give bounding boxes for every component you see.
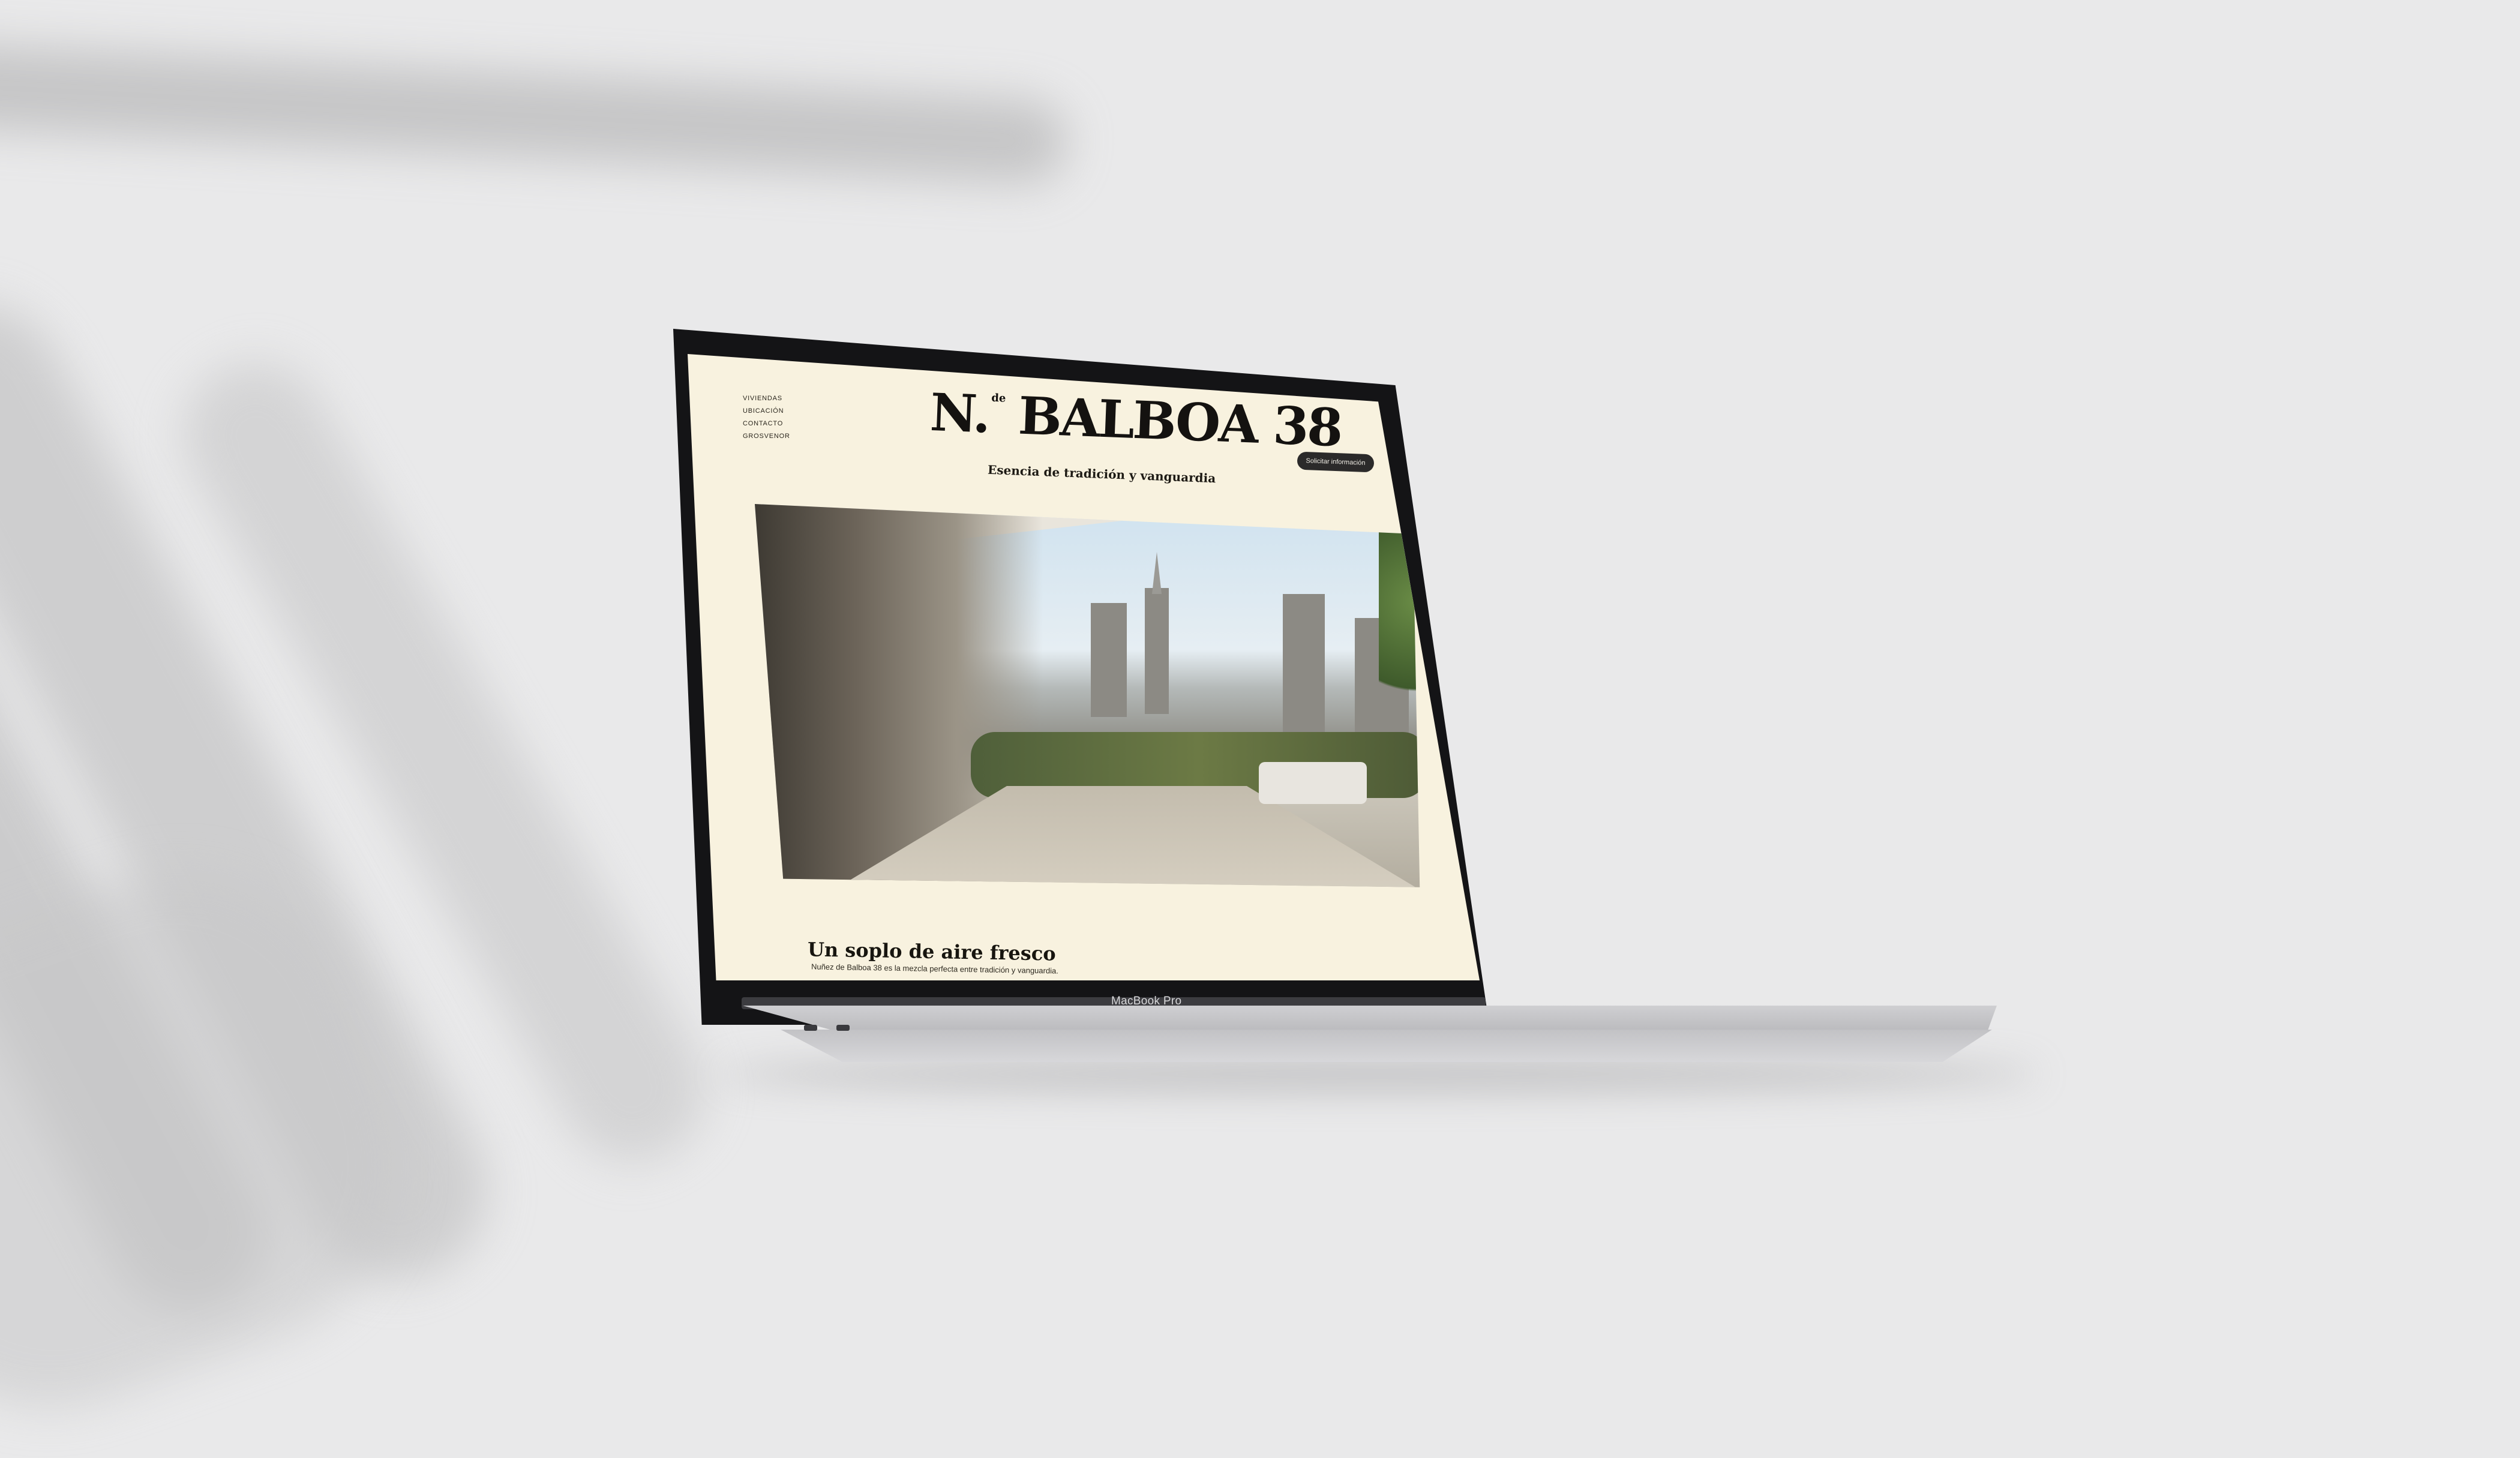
request-info-button[interactable]: Solicitar información xyxy=(1297,451,1375,473)
hero-spire xyxy=(1152,552,1162,594)
main-nav: VIVIENDAS UBICACIÓN CONTACTO GROSVENOR xyxy=(743,395,790,445)
hero-image xyxy=(755,504,1420,887)
nav-item-ubicacion[interactable]: UBICACIÓN xyxy=(743,407,790,415)
usb-port-icon xyxy=(804,1025,817,1031)
usb-port-icon xyxy=(836,1025,850,1031)
site-logo[interactable]: N. de BALBOA 38 xyxy=(929,382,1343,459)
nav-item-viviendas[interactable]: VIVIENDAS xyxy=(743,395,790,402)
laptop-mockup: VIVIENDAS UBICACIÓN CONTACTO GROSVENOR N… xyxy=(0,0,2520,1355)
site-tagline: Esencia de tradición y vanguardia xyxy=(987,462,1216,486)
nav-item-grosvenor[interactable]: GROSVENOR xyxy=(743,433,790,440)
hero-building xyxy=(1091,603,1127,717)
logo-prefix: N. xyxy=(929,382,991,445)
hero-building xyxy=(1145,588,1169,714)
logo-superscript: de xyxy=(991,391,1006,405)
logo-name: BALBOA 38 xyxy=(1017,385,1343,459)
laptop-base-bottom xyxy=(781,1030,1992,1062)
hero-building xyxy=(1283,594,1325,738)
laptop-base xyxy=(743,1006,1997,1033)
section-title: Un soplo de aire fresco xyxy=(807,937,1056,965)
nav-item-contacto[interactable]: CONTACTO xyxy=(743,420,790,427)
hero-sofa xyxy=(1259,762,1367,804)
website-screen: VIVIENDAS UBICACIÓN CONTACTO GROSVENOR N… xyxy=(688,354,1480,980)
